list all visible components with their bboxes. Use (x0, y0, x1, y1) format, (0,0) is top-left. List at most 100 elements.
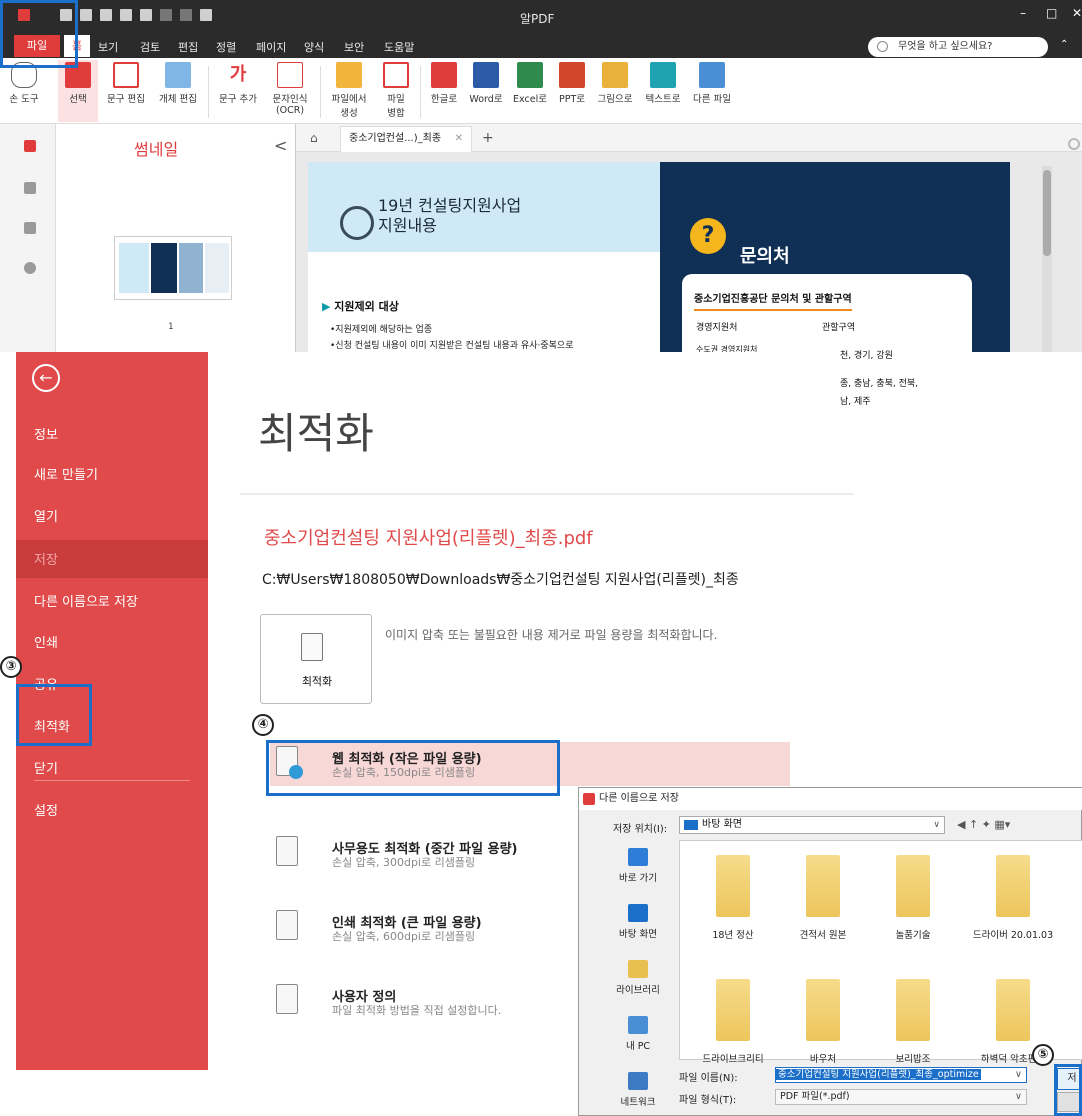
question-icon: ? (690, 218, 726, 254)
optimize-tile[interactable]: 최적화 (260, 614, 372, 704)
place-libraries[interactable]: 라이브러리 (593, 960, 683, 996)
merge-files-button[interactable]: 파일 병합 (376, 60, 416, 122)
folder-item[interactable]: 드라이버 20.01.03 (958, 855, 1068, 941)
folder-icon (996, 855, 1030, 917)
preview-icon[interactable] (140, 9, 152, 21)
save-as-icon[interactable] (100, 9, 112, 21)
folder-item[interactable]: 견적서 원본 (778, 855, 868, 941)
network-icon (628, 1072, 648, 1090)
to-hwp-button[interactable]: 한글로 (424, 60, 464, 122)
menu-view[interactable]: 보기 (98, 39, 118, 55)
home-icon[interactable]: ⌂ (310, 131, 318, 145)
quick-access-customize-icon[interactable] (200, 9, 212, 21)
add-text-button[interactable]: 가 문구 추가 (212, 60, 264, 122)
menu-open[interactable]: 열기 (34, 506, 58, 525)
select-tool-button[interactable]: 선택 (58, 60, 98, 122)
menu-security[interactable]: 보안 (344, 39, 364, 55)
place-desktop[interactable]: 바탕 화면 (593, 904, 683, 940)
menu-page[interactable]: 페이지 (256, 39, 286, 55)
thumbnail-icon[interactable] (24, 140, 36, 152)
edit-text-button[interactable]: 문구 편집 (100, 60, 152, 122)
location-select[interactable]: 바탕 화면 ∨ (679, 816, 945, 834)
ocr-icon (277, 62, 303, 88)
folder-item[interactable]: 보리밥조 (868, 979, 958, 1065)
ribbon-collapse-icon[interactable]: ⌃ (1060, 39, 1068, 50)
to-text-button[interactable]: 텍스트로 (640, 60, 686, 122)
folder-item[interactable]: 바우처 (778, 979, 868, 1065)
chevron-down-icon: ∨ (1013, 1068, 1024, 1082)
desktop-icon (684, 820, 698, 830)
collapse-panel-icon[interactable]: < (274, 136, 287, 155)
back-arrow-icon[interactable]: ← (32, 364, 60, 392)
save-icon[interactable] (80, 9, 92, 21)
doc-region-peek: 천, 경기, 강원 종, 충남, 충북, 전북, 남, 제주 (840, 351, 960, 414)
filetype-label: 파일 형식(T): (679, 1095, 737, 1106)
folder-item[interactable]: 드라이브크리티 (688, 979, 778, 1065)
card-header-office: 경영지원처 (696, 323, 738, 333)
library-icon (628, 960, 648, 978)
edit-object-icon (165, 62, 191, 88)
to-ppt-button[interactable]: PPT로 (554, 60, 590, 122)
menu-arrange[interactable]: 정렬 (216, 39, 236, 55)
optimize-file-icon (301, 633, 323, 661)
add-tab-icon[interactable]: + (482, 130, 494, 146)
ocr-button[interactable]: 문자인식 (OCR) (266, 60, 314, 122)
print-optimize-icon (276, 910, 298, 940)
menu-print[interactable]: 인쇄 (34, 632, 58, 651)
folder-icon (896, 855, 930, 917)
place-this-pc[interactable]: 내 PC (593, 1016, 683, 1052)
folder-item[interactable]: 18년 정산 (688, 855, 778, 941)
page-right-panel: ? 문의처 중소기업진흥공단 문의처 및 관할구역 경영지원처 관할구역 수도권… (660, 162, 1010, 352)
folder-icon (996, 979, 1030, 1041)
maximize-icon[interactable]: □ (1046, 6, 1057, 20)
settings-gear-icon[interactable] (1068, 138, 1080, 150)
create-from-file-button[interactable]: 파일에서 생성 (326, 60, 372, 122)
page-thumbnail[interactable] (114, 236, 232, 300)
filename-input[interactable]: 중소기업컨설팅 지원사업(리플렛)_최종_optimize ∨ (775, 1067, 1027, 1083)
close-tab-icon[interactable]: ✕ (455, 127, 463, 151)
page-title: 최적화 (258, 409, 374, 458)
menu-new[interactable]: 새로 만들기 (34, 464, 98, 483)
doc-bullet: •지원제외에 해당하는 업종 (330, 325, 433, 335)
option-subtitle: 파일 최적화 방법을 직접 설정합니다. (332, 1004, 502, 1017)
custom-optimize-icon (276, 984, 298, 1014)
minimize-icon[interactable]: – (1020, 6, 1026, 20)
menu-form[interactable]: 양식 (304, 39, 324, 55)
folder-icon (716, 979, 750, 1041)
doc-target-heading: 지원제외 대상 (322, 298, 399, 314)
menu-review[interactable]: 검토 (140, 39, 160, 55)
save-as-dialog: 다른 이름으로 저장 저장 위치(I): 바탕 화면 ∨ ◀ ↑ ✦ ▦▾ 바로 … (578, 787, 1082, 1116)
undo-icon[interactable] (160, 9, 172, 21)
menu-info[interactable]: 정보 (34, 424, 58, 443)
folder-icon (896, 979, 930, 1041)
redo-icon[interactable] (180, 9, 192, 21)
place-quick-access[interactable]: 바로 가기 (593, 848, 683, 884)
menu-close[interactable]: 닫기 (34, 758, 58, 777)
search-panel-icon[interactable] (24, 262, 36, 274)
document-tab[interactable]: 중소기업컨설...)_최종 ✕ (340, 126, 472, 152)
comment-icon[interactable] (24, 222, 36, 234)
scrollbar-thumb[interactable] (1043, 170, 1051, 256)
to-word-button[interactable]: Word로 (466, 60, 506, 122)
place-network[interactable]: 네트워크 (593, 1072, 683, 1108)
to-image-button[interactable]: 그림으로 (592, 60, 638, 122)
other-file-button[interactable]: 다른 파일 (688, 60, 736, 122)
close-icon[interactable]: ✕ (1072, 6, 1082, 20)
filetype-select[interactable]: PDF 파일(*.pdf) ∨ (775, 1089, 1027, 1105)
menu-settings[interactable]: 설정 (34, 800, 58, 819)
menu-save[interactable]: 저장 (34, 549, 58, 568)
hand-tool-button[interactable]: 손 도구 (2, 60, 46, 122)
step-5-badge: ⑤ (1032, 1044, 1054, 1066)
menu-edit[interactable]: 편집 (178, 39, 198, 55)
edit-object-button[interactable]: 개체 편집 (152, 60, 204, 122)
print-icon[interactable] (120, 9, 132, 21)
search-icon (877, 41, 888, 52)
dialog-nav-icons[interactable]: ◀ ↑ ✦ ▦▾ (957, 818, 1010, 831)
menu-save-as[interactable]: 다른 이름으로 저장 (34, 591, 138, 610)
bookmark-icon[interactable] (24, 182, 36, 194)
document-scrollbar[interactable] (1042, 166, 1052, 352)
search-input[interactable]: 무엇을 하고 싶으세요? (868, 37, 1048, 57)
to-excel-button[interactable]: Excel로 (508, 60, 552, 122)
folder-item[interactable]: 놀품기술 (868, 855, 958, 941)
menu-help[interactable]: 도움말 (384, 39, 414, 55)
